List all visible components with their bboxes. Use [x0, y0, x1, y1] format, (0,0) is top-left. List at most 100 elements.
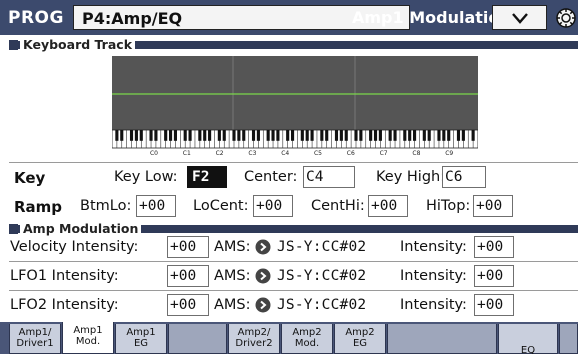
black-key: [393, 130, 397, 141]
ams-intensity-field[interactable]: +00: [474, 265, 514, 287]
center-field[interactable]: C4: [303, 166, 355, 188]
key-low-field[interactable]: F2: [187, 166, 227, 188]
black-key: [134, 130, 138, 141]
ams-intensity-field[interactable]: +00: [474, 236, 514, 258]
octave-labels: C0 C1 C2 C3 C4 C5 C6 C7 C8 C9: [150, 150, 453, 157]
black-key: [320, 130, 324, 141]
key-row-label: Key: [14, 169, 46, 187]
octave-label: C2: [216, 150, 224, 157]
black-key: [461, 130, 465, 141]
black-key: [242, 130, 246, 141]
tab-7[interactable]: [387, 324, 497, 354]
ams-source-icon[interactable]: [255, 268, 271, 284]
ams-label: AMS:: [214, 297, 251, 313]
ams-intensity-label: Intensity:: [400, 297, 467, 313]
key-low-label: Key Low:: [114, 169, 178, 185]
centhi-field[interactable]: +00: [368, 195, 408, 217]
black-key: [276, 130, 280, 141]
black-key: [354, 130, 358, 141]
lfo2-intensity-field[interactable]: +00: [167, 294, 209, 316]
black-key: [378, 130, 382, 141]
btmlo-field[interactable]: +00: [136, 195, 176, 217]
black-key: [271, 130, 275, 141]
black-key: [168, 130, 173, 141]
ams-source-icon[interactable]: [255, 297, 271, 313]
black-key: [149, 130, 153, 141]
tab-6[interactable]: Amp2 EG: [334, 324, 386, 354]
black-key: [437, 130, 441, 141]
black-key: [208, 130, 212, 141]
divider: [9, 290, 578, 291]
octave-label: C1: [183, 150, 191, 157]
ams-source-value[interactable]: JS-Y:CC#02: [277, 297, 366, 313]
ams-label: AMS:: [214, 268, 251, 284]
tab-3[interactable]: [168, 324, 227, 354]
black-key: [120, 130, 124, 141]
octave-label: C9: [445, 150, 453, 157]
locent-field[interactable]: +00: [253, 195, 293, 217]
tab-label-line2: EG: [352, 338, 368, 349]
ams-source-icon[interactable]: [255, 239, 271, 255]
tab-label-line2: EQ: [520, 345, 536, 354]
black-key: [203, 130, 207, 141]
black-key: [373, 130, 378, 141]
title-bar: PROG P4:Amp/EQ Amp1 Modulation: [0, 0, 578, 35]
page-title: P4:Amp/EQ: [82, 9, 183, 28]
ams-label: AMS:: [214, 239, 251, 255]
tab-8[interactable]: EQ: [498, 324, 558, 354]
black-key: [256, 130, 260, 141]
ams-intensity-label: Intensity:: [400, 268, 467, 284]
locent-label: LoCent:: [193, 198, 249, 214]
tab-label-line1: [560, 327, 577, 338]
page-menu-button[interactable]: [492, 5, 547, 30]
black-key: [290, 130, 295, 141]
black-key: [334, 130, 339, 141]
black-key: [188, 130, 192, 141]
octave-label: C6: [347, 150, 355, 157]
lfo1-intensity-field[interactable]: +00: [167, 265, 209, 287]
mode-label: PROG: [8, 8, 64, 28]
black-key: [388, 130, 392, 141]
gear-icon[interactable]: [554, 6, 578, 30]
tab-label-line2: Mod.: [294, 338, 320, 349]
tab-2[interactable]: Amp1 EG: [115, 324, 167, 354]
black-key: [164, 130, 168, 141]
black-key: [427, 130, 431, 141]
divider: [9, 162, 578, 163]
ams-intensity-label: Intensity:: [400, 239, 467, 255]
tab-4[interactable]: Amp2/Driver2: [228, 324, 280, 354]
black-key: [422, 130, 426, 141]
black-key: [286, 130, 290, 141]
black-key: [310, 130, 314, 141]
ams-intensity-field[interactable]: +00: [474, 294, 514, 316]
tab-label-line1: Amp2: [345, 327, 375, 338]
ams-source-value[interactable]: JS-Y:CC#02: [277, 268, 366, 284]
black-key: [408, 130, 412, 141]
octave-label: C7: [380, 150, 388, 157]
tab-0[interactable]: Amp1/Driver1: [9, 324, 61, 354]
hitop-field[interactable]: +00: [473, 195, 513, 217]
black-key: [471, 130, 475, 141]
amp-modulation-header: Amp Modulation: [9, 221, 578, 236]
tab-label-line1: Amp2: [292, 327, 322, 338]
keyboard-graphic: [112, 129, 478, 149]
black-key: [266, 130, 270, 141]
tab-label-line1: Amp2/: [237, 327, 271, 338]
black-key: [154, 130, 158, 141]
black-key: [403, 130, 407, 141]
key-high-field[interactable]: C6: [442, 166, 486, 188]
tab-1[interactable]: Amp1 Mod.: [62, 322, 114, 354]
black-key: [222, 130, 226, 141]
black-key: [183, 130, 187, 141]
key-high-label: Key High:: [376, 169, 446, 185]
velocity-intensity-field[interactable]: +00: [167, 236, 209, 258]
tab-label-line2: EG: [133, 338, 149, 349]
black-key: [305, 130, 309, 141]
black-key: [251, 130, 256, 141]
black-key: [442, 130, 446, 141]
ams-source-value[interactable]: JS-Y:CC#02: [277, 239, 366, 255]
black-key: [344, 130, 348, 141]
tab-5[interactable]: Amp2 Mod.: [281, 324, 333, 354]
tab-9[interactable]: [559, 324, 578, 354]
black-key: [198, 130, 202, 141]
